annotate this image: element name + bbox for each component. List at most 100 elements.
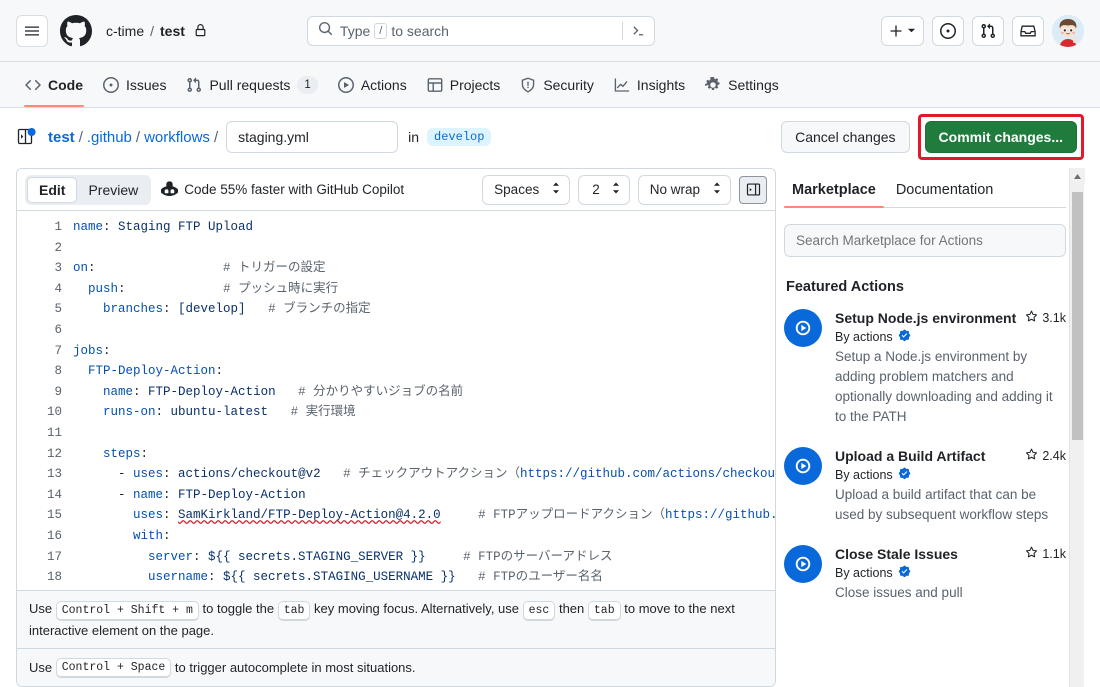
line-number: 16 (46, 528, 62, 543)
line-content[interactable]: password: ${{ secrets.STAGING_PASSWORD }… (73, 588, 775, 590)
pull-requests-button[interactable] (972, 15, 1004, 46)
breadcrumb-crumb-0[interactable]: test (48, 129, 75, 146)
code-token: : (103, 220, 119, 234)
breadcrumb-owner[interactable]: c-time (106, 23, 144, 39)
code-token: : (88, 261, 224, 276)
tab-edit[interactable]: Edit (27, 176, 78, 203)
code-token: - (73, 487, 134, 502)
code-line: 10 runs-on: ubuntu-latest # 実行環境 (17, 402, 775, 423)
cancel-changes-button[interactable]: Cancel changes (781, 121, 910, 153)
action-author: By actions (835, 565, 1066, 581)
line-content[interactable]: push: # プッシュ時に実行 (73, 279, 775, 300)
code-line: 4 push: # プッシュ時に実行 (17, 279, 775, 300)
action-name[interactable]: Close Stale Issues (835, 545, 1019, 564)
code-token: : (118, 281, 224, 296)
notifications-button[interactable] (1012, 15, 1044, 46)
avatar[interactable] (1052, 14, 1084, 47)
issue-opened-icon (103, 76, 119, 93)
line-content[interactable]: steps: (73, 444, 775, 465)
line-content[interactable]: on: # トリガーの設定 (73, 258, 775, 279)
line-content[interactable]: uses: SamKirkland/FTP-Deploy-Action@4.2.… (73, 505, 775, 526)
code-content[interactable]: 1 name: Staging FTP Upload 2 3 on: # トリガーの設定… (17, 211, 775, 590)
nav-tab-settings[interactable]: Settings (696, 62, 788, 107)
scroll-up-arrow-icon[interactable] (1070, 168, 1085, 185)
hamburger-menu-icon[interactable] (16, 14, 48, 47)
action-name[interactable]: Setup Node.js environment (835, 309, 1019, 328)
line-content[interactable]: name: Staging FTP Upload (73, 217, 775, 238)
nav-tab-code[interactable]: Code (16, 62, 92, 107)
code-token: uses (133, 508, 164, 523)
action-details: Upload a Build Artifact 2.4k By actions Upl… (835, 447, 1066, 525)
code-token: branches (103, 302, 164, 317)
nav-tab-pull-requests-label: Pull requests (209, 76, 291, 93)
nav-tab-issues[interactable]: Issues (94, 62, 175, 107)
action-name[interactable]: Upload a Build Artifact (835, 447, 1019, 466)
branch-badge[interactable]: develop (427, 128, 492, 146)
split-pane-icon[interactable] (739, 175, 767, 204)
line-content[interactable]: FTP-Deploy-Action: (73, 361, 775, 382)
select-chevrons-icon (712, 181, 722, 198)
edit-preview-toggle: Edit Preview (25, 174, 152, 205)
filename-input[interactable] (226, 121, 399, 153)
code-editor-panel: Edit Preview Code 55% faster with GitHub… (16, 168, 776, 687)
line-content[interactable]: name: FTP-Deploy-Action # 分かりやすいジョブの名前 (73, 382, 775, 403)
nav-tab-security[interactable]: Security (511, 62, 603, 107)
tab-documentation[interactable]: Documentation (888, 182, 1002, 207)
line-content[interactable]: server: ${{ secrets.STAGING_SERVER }} # … (73, 547, 775, 568)
code-line: 8 FTP-Deploy-Action: (17, 361, 775, 382)
terminal-icon[interactable] (621, 21, 646, 40)
line-content[interactable]: - uses: actions/checkout@v2 # チェックアウトアクシ… (73, 464, 775, 485)
line-content[interactable]: branches: [develop] # ブランチの指定 (73, 299, 775, 320)
breadcrumb-repo[interactable]: test (160, 23, 185, 39)
action-play-icon (784, 447, 822, 485)
nav-tab-pull-requests[interactable]: Pull requests 1 (177, 62, 326, 107)
code-token: username (148, 570, 209, 585)
copilot-promo[interactable]: Code 55% faster with GitHub Copilot (161, 180, 404, 200)
code-token: on (73, 261, 89, 276)
help2-suffix: to trigger autocomplete in most situatio… (174, 660, 416, 675)
line-content[interactable]: runs-on: ubuntu-latest # 実行環境 (73, 402, 775, 423)
line-number: 19 (17, 588, 73, 590)
nav-tab-actions[interactable]: Actions (329, 62, 416, 107)
github-logo-icon[interactable] (60, 14, 92, 47)
marketplace-action-item[interactable]: Setup Node.js environment 3.1k By actions S… (784, 309, 1066, 427)
nav-tab-insights[interactable]: Insights (605, 62, 694, 107)
line-content[interactable]: with: (73, 526, 775, 547)
create-new-button[interactable] (881, 15, 924, 46)
sidebar-scrollbar[interactable] (1069, 168, 1085, 687)
code-line: 14 - name: FTP-Deploy-Action (17, 485, 775, 506)
tab-marketplace[interactable]: Marketplace (784, 182, 884, 208)
code-token: : (163, 528, 171, 543)
global-search-input[interactable]: Type / to search (306, 15, 655, 46)
nav-tab-projects[interactable]: Projects (418, 62, 510, 107)
line-content[interactable]: jobs: (73, 341, 775, 362)
code-token: : (103, 343, 111, 358)
line-content[interactable]: username: ${{ secrets.STAGING_USERNAME }… (73, 567, 775, 588)
github-file-editor-page: c-time / test Type / to search Code Issu… (0, 0, 1100, 687)
marketplace-action-item[interactable]: Upload a Build Artifact 2.4k By actions Upl… (784, 447, 1066, 525)
line-content[interactable]: - name: FTP-Deploy-Action (73, 485, 775, 506)
code-token: SamKirkland/FTP-Deploy-Action@4.2.0 (178, 508, 441, 523)
code-token: : (163, 467, 179, 482)
breadcrumb-crumb-2[interactable]: workflows (144, 129, 210, 146)
tab-preview[interactable]: Preview (77, 177, 149, 203)
indent-size-select[interactable]: 2 (578, 174, 630, 205)
commit-changes-button[interactable]: Commit changes... (924, 121, 1077, 153)
chevron-down-icon (907, 28, 916, 33)
issues-button[interactable] (932, 15, 964, 46)
nav-tab-settings-label: Settings (728, 76, 779, 93)
marketplace-search-input[interactable] (784, 224, 1066, 257)
wrap-mode-select[interactable]: No wrap (637, 174, 731, 205)
line-number: 13 (46, 467, 62, 482)
indent-mode-select[interactable]: Spaces (482, 174, 571, 205)
line-number: 8 (54, 364, 62, 379)
action-stars: 2.4k (1025, 447, 1066, 464)
breadcrumb-crumb-1[interactable]: .github (87, 129, 132, 146)
marketplace-action-item[interactable]: Close Stale Issues 1.1k By actions Close is… (784, 545, 1066, 603)
select-chevrons-icon (551, 181, 561, 198)
scrollbar-thumb[interactable] (1072, 192, 1083, 440)
line-number: 9 (54, 384, 62, 399)
code-line: 17 server: ${{ secrets.STAGING_SERVER }}… (17, 547, 775, 568)
